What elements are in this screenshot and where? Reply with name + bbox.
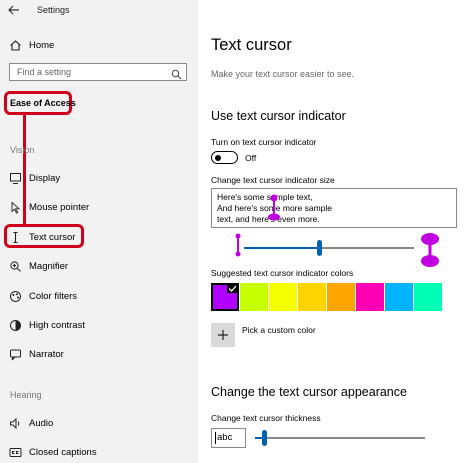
- color-filters-icon: [8, 289, 22, 303]
- toggle-state: Off: [245, 153, 257, 163]
- thickness-slider-thumb[interactable]: [262, 430, 267, 446]
- sidebar-item-label: Mouse pointer: [29, 201, 90, 213]
- window-title: Settings: [37, 5, 70, 15]
- thickness-preview: abc: [211, 428, 246, 448]
- thickness-slider-track[interactable]: [255, 430, 425, 446]
- page-subtitle: Make your text cursor easier to see.: [211, 69, 355, 79]
- large-indicator-icon: [421, 233, 439, 267]
- color-swatch[interactable]: [356, 283, 384, 311]
- search-placeholder: Find a setting: [17, 67, 72, 77]
- closed-captions-icon: [8, 445, 22, 459]
- section-vision: Vision: [10, 145, 35, 155]
- preview-text: abc: [217, 432, 233, 443]
- toggle-knob: [215, 154, 221, 161]
- sidebar-item-label: Magnifier: [29, 260, 69, 272]
- sidebar-item-text-cursor[interactable]: Text cursor: [8, 230, 75, 244]
- display-icon: [8, 171, 22, 185]
- sidebar-item-display[interactable]: Display: [8, 171, 60, 185]
- search-input[interactable]: Find a setting: [9, 63, 187, 81]
- sidebar-item-narrator[interactable]: Narrator: [8, 347, 64, 361]
- high-contrast-icon: [8, 318, 22, 332]
- color-swatch[interactable]: [240, 283, 268, 311]
- sidebar-item-home[interactable]: Home: [8, 38, 54, 52]
- color-swatch[interactable]: [385, 283, 413, 311]
- sidebar-item-audio[interactable]: Audio: [8, 416, 53, 430]
- category-title: Ease of Access: [10, 98, 76, 108]
- audio-icon: [8, 416, 22, 430]
- appearance-heading: Change the text cursor appearance: [211, 385, 407, 399]
- plus-icon: [218, 330, 228, 340]
- sidebar-item-label: High contrast: [29, 319, 85, 331]
- sidebar-item-magnifier[interactable]: Magnifier: [8, 259, 68, 273]
- thickness-label: Change text cursor thickness: [211, 413, 321, 423]
- sidebar-item-color-filters[interactable]: Color filters: [8, 289, 77, 303]
- checkmark-icon: [227, 284, 238, 293]
- toggle-label: Turn on text cursor indicator: [211, 137, 317, 147]
- sidebar-item-label: Home: [29, 39, 55, 51]
- magnifier-icon: [8, 259, 22, 273]
- mouse-pointer-icon: [8, 200, 22, 214]
- text-cursor-icon: [8, 230, 22, 244]
- home-icon: [8, 38, 22, 52]
- indicator-heading: Use text cursor indicator: [211, 109, 346, 123]
- back-arrow-icon[interactable]: [6, 2, 22, 18]
- sidebar-item-label: Narrator: [29, 348, 64, 360]
- sidebar-item-mouse-pointer[interactable]: Mouse pointer: [8, 200, 89, 214]
- narrator-icon: [8, 347, 22, 361]
- color-swatch[interactable]: [211, 283, 239, 311]
- color-swatch[interactable]: [327, 283, 355, 311]
- small-indicator-icon: [235, 233, 241, 257]
- size-slider-fill: [244, 247, 319, 249]
- size-label: Change text cursor indicator size: [211, 175, 335, 185]
- sample-text-box: Here's some sample text, And here's some…: [211, 188, 457, 228]
- main-content: Text cursor Make your text cursor easier…: [198, 0, 474, 463]
- custom-color-button[interactable]: [211, 323, 235, 347]
- sidebar-item-label: Audio: [29, 417, 54, 429]
- sidebar-item-high-contrast[interactable]: High contrast: [8, 318, 85, 332]
- sidebar-item-label: Display: [29, 172, 61, 184]
- indicator-toggle[interactable]: [211, 151, 238, 164]
- search-icon[interactable]: [171, 67, 182, 80]
- sidebar: Settings Home Find a setting Ease of Acc…: [0, 0, 198, 463]
- colors-label: Suggested text cursor indicator colors: [211, 268, 354, 278]
- preview-cursor: [215, 432, 216, 444]
- sample-cursor-indicator: [268, 194, 280, 221]
- size-slider-thumb[interactable]: [317, 240, 322, 256]
- sidebar-item-label: Text cursor: [29, 231, 76, 243]
- sidebar-item-label: Color filters: [29, 290, 78, 302]
- color-swatch[interactable]: [414, 283, 442, 311]
- size-slider-track[interactable]: [244, 240, 414, 256]
- page-title: Text cursor: [211, 36, 292, 54]
- section-hearing: Hearing: [10, 390, 42, 400]
- color-swatch[interactable]: [298, 283, 326, 311]
- custom-color-label: Pick a custom color: [242, 325, 316, 335]
- color-swatch[interactable]: [269, 283, 297, 311]
- sidebar-item-label: Closed captions: [29, 446, 97, 458]
- sidebar-item-closed-captions[interactable]: Closed captions: [8, 445, 97, 459]
